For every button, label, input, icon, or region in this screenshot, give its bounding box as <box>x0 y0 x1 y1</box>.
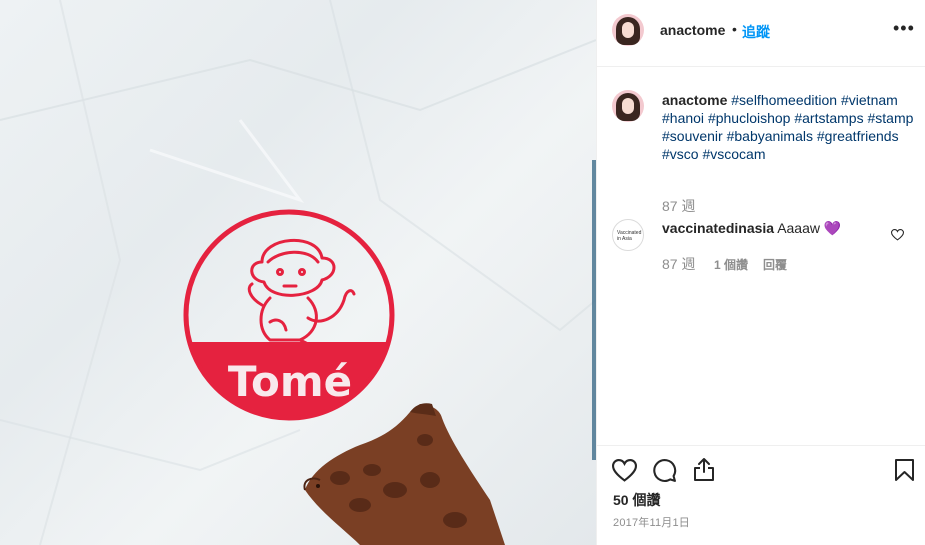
hashtag-link[interactable]: #hanoi <box>662 110 704 126</box>
post-header: anactome • 追蹤 ••• <box>597 0 925 67</box>
hashtag-link[interactable]: #vscocam <box>702 146 765 162</box>
like-count[interactable]: 50 個讚 <box>613 490 660 510</box>
wooden-giraffe <box>303 403 505 545</box>
post-side-panel: anactome • 追蹤 ••• anactome #selfhomeedit… <box>596 0 925 545</box>
author-username[interactable]: anactome <box>660 22 725 38</box>
comment-age[interactable]: 87 週 <box>662 254 695 274</box>
separator-dot: • <box>732 21 737 37</box>
stamp-text: Tomé <box>228 357 352 406</box>
comment: vaccinatedinasia Aaaaw 💜 <box>662 220 841 237</box>
monkey-stamp: Tomé <box>183 209 395 421</box>
hashtag-link[interactable]: #phucloishop <box>708 110 791 126</box>
share-upload-icon[interactable] <box>693 457 715 482</box>
more-options-icon[interactable]: ••• <box>893 18 915 39</box>
comment-text: Aaaaw 💜 <box>777 220 842 236</box>
post-caption: anactome #selfhomeedition #vietnam #hano… <box>662 91 917 163</box>
hashtag-link[interactable]: #souvenir <box>662 128 723 144</box>
post-date[interactable]: 2017年11月1日 <box>613 514 690 530</box>
follow-button[interactable]: 追蹤 <box>742 22 770 42</box>
caption-avatar[interactable] <box>612 90 644 122</box>
comment-likes[interactable]: 1 個讚 <box>714 256 748 273</box>
hashtag-link[interactable]: #greatfriends <box>817 128 899 144</box>
reply-button[interactable]: 回覆 <box>763 256 787 273</box>
bookmark-save-icon[interactable] <box>894 458 915 482</box>
commenter-username[interactable]: vaccinatedinasia <box>662 220 774 236</box>
photo-illustration: Tomé <box>0 0 596 545</box>
caption-username[interactable]: anactome <box>662 92 727 108</box>
like-comment-icon[interactable] <box>891 229 904 241</box>
hashtag-link[interactable]: #stamp <box>867 110 913 126</box>
hashtag-link[interactable]: #artstamps <box>794 110 863 126</box>
hashtag-link[interactable]: #selfhomeedition <box>731 92 837 108</box>
author-avatar[interactable] <box>612 14 644 46</box>
hashtag-link[interactable]: #vsco <box>662 146 699 162</box>
hashtag-link[interactable]: #vietnam <box>841 92 898 108</box>
commenter-avatar[interactable]: Vaccinated in Asia <box>612 219 644 251</box>
post-photo[interactable]: Tomé <box>0 0 596 545</box>
hashtag-link[interactable]: #babyanimals <box>727 128 813 144</box>
comment-bubble-icon[interactable] <box>652 458 677 483</box>
caption-age[interactable]: 87 週 <box>662 196 695 216</box>
like-heart-icon[interactable] <box>612 459 637 482</box>
